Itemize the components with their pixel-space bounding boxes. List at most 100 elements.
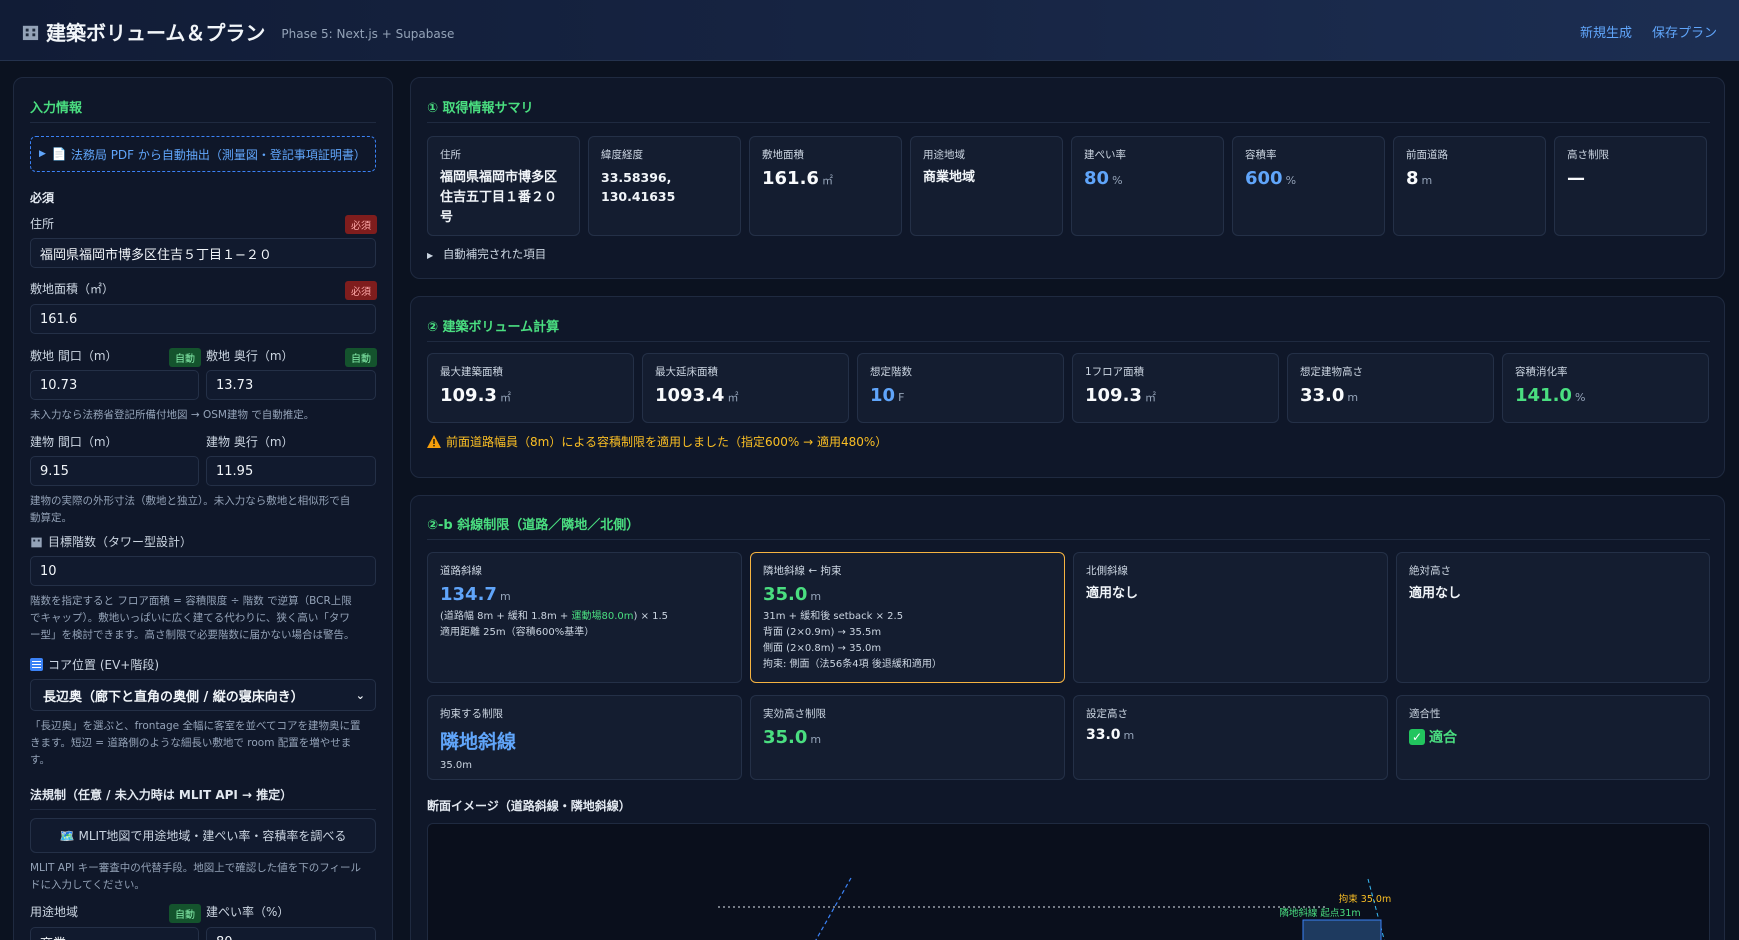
section-diagram-svg: 拘束 35.0m 隣地斜線 起点31m	[718, 877, 1391, 940]
card-label: 道路斜線	[440, 565, 482, 577]
value-unit: %	[1112, 174, 1123, 187]
summary-card-latlng: 緯度経度 33.58396, 130.41635	[588, 136, 741, 236]
zoning-input[interactable]: 商業	[30, 927, 199, 940]
value-number: 33.0	[1300, 385, 1345, 406]
volume-card-max-floor-area: 最大延床面積 1093.4 ㎡	[642, 353, 849, 423]
card-value: 33.58396, 130.41635	[601, 168, 728, 207]
volume-card-max-building-area: 最大建築面積 109.3 ㎡	[427, 353, 634, 423]
volume-card-floor-area: 1フロア面積 109.3 ㎡	[1072, 353, 1279, 423]
slant-card-effective: 実効高さ制限 35.0 m	[750, 695, 1065, 780]
core-position-select[interactable]: 長辺奥（廊下と直角の奥側 / 縦の寝床向き） ⌄	[30, 679, 376, 711]
card-value: 35.0 m	[763, 727, 1052, 748]
card-value: 10 F	[870, 385, 1051, 406]
value-unit: m	[499, 590, 511, 603]
divider	[427, 122, 1710, 123]
site-area-input[interactable]: 161.6	[30, 304, 376, 334]
address-label: 住所	[30, 217, 55, 231]
value-unit: ㎡	[499, 391, 511, 404]
card-value: 適用なし	[1409, 586, 1462, 601]
value-number: 1093.4	[655, 385, 725, 406]
card-value: 134.7 m	[440, 584, 729, 605]
card-label: 容積率	[1245, 149, 1277, 161]
volume-card-far-usage: 容積消化率 141.0%	[1502, 353, 1709, 423]
check-icon: ✓	[1409, 729, 1425, 745]
card-label: 設定高さ	[1086, 708, 1128, 720]
formula-part: ) × 1.5	[633, 611, 669, 622]
autofill-toggle-label: 自動補完された項目	[442, 247, 547, 261]
section-diagram: 拘束 35.0m 隣地斜線 起点31m	[427, 823, 1710, 940]
detail-line: 拘束: 側面（法56条4項 後退緩和適用）	[763, 659, 942, 670]
card-label: 隣地斜線 ← 拘束	[763, 565, 842, 577]
card-label: 敷地面積	[762, 149, 804, 161]
road-formula: (道路幅 8m + 緩和 1.8m + 運動場80.0m) × 1.5	[440, 609, 729, 625]
site-width-label: 敷地 間口（m）	[30, 349, 118, 363]
warning-text: 前面道路幅員（8m）による容積制限を適用しました（指定600% → 適用480%…	[446, 435, 888, 449]
site-width-input[interactable]: 10.73	[30, 370, 199, 400]
value-number: 134.7	[440, 584, 497, 605]
auto-badge: 自動	[169, 348, 201, 367]
autofill-toggle[interactable]: ▶ 自動補完された項目	[427, 246, 546, 262]
mlit-map-button[interactable]: 🗺️ MLIT地図で用途地域・建ぺい率・容積率を調べる	[30, 818, 376, 853]
value-unit: ㎡	[821, 174, 833, 187]
core-help-text: 「長辺奥」を選ぶと、frontage 全幅に客室を並べてコアを建物奥に置 きます…	[30, 718, 361, 768]
building-icon	[22, 25, 39, 41]
value-number: 10	[870, 385, 896, 406]
required-badge: 必須	[345, 215, 377, 234]
value-line: 33.58396,	[601, 170, 672, 185]
binding-label: 拘束 35.0m	[1339, 893, 1391, 905]
summary-card-site-area: 敷地面積 161.6 ㎡	[749, 136, 902, 236]
card-label: 想定建物高さ	[1300, 366, 1363, 378]
card-value: 35.0 m	[763, 584, 1052, 605]
bldg-depth-input[interactable]: 11.95	[206, 456, 376, 486]
road-slant-line	[815, 877, 852, 940]
card-value: 109.3 ㎡	[1085, 385, 1266, 406]
road-distance: 適用距離 25m（容積600%基準）	[440, 627, 595, 638]
required-badge: 必須	[345, 281, 377, 300]
target-floors-label-text: 目標階数（タワー型設計）	[48, 535, 193, 549]
divider	[30, 809, 376, 810]
core-position-label: コア位置 (EV+階段)	[30, 656, 159, 673]
card-label: 最大延床面積	[655, 366, 718, 378]
address-input[interactable]: 福岡県福岡市博多区住吉５丁目１−２０	[30, 238, 376, 268]
value-unit: %	[1574, 391, 1586, 404]
value-number: 8	[1406, 168, 1419, 189]
bldg-width-label: 建物 間口（m）	[30, 435, 118, 449]
slant-panel: ②-b 斜線制限（道路／隣地／北側） 道路斜線 134.7 m (道路幅 8m +…	[410, 495, 1725, 940]
input-panel: 入力情報 ▶ 📄 法務局 PDF から自動抽出（測量図・登記事項証明書） 必須 …	[13, 77, 393, 940]
top-bar: 建築ボリューム＆プラン Phase 5: Next.js + Supabase …	[0, 0, 1739, 61]
brand: 建築ボリューム＆プラン Phase 5: Next.js + Supabase	[21, 17, 454, 46]
triangle-right-icon: ▶	[427, 251, 434, 260]
pdf-extract-label: 法務局 PDF から自動抽出（測量図・登記事項証明書）	[70, 147, 366, 162]
new-generate-link[interactable]: 新規生成	[1580, 22, 1632, 41]
divider	[427, 539, 1710, 540]
bldg-width-input[interactable]: 9.15	[30, 456, 199, 486]
target-floors-input[interactable]: 10	[30, 556, 376, 586]
floors-help-text: 階数を指定すると フロア面積 = 容積限度 ÷ 階数 で逆算（BCR上限 でキャ…	[30, 593, 354, 643]
value-number: 109.3	[1085, 385, 1142, 406]
detail-line: 31m + 緩和後 setback × 2.5	[763, 611, 904, 622]
help-line: MLIT API キー審査中の代替手段。地図上で確認した値を下のフィール	[30, 862, 361, 874]
value-number: —	[1567, 168, 1585, 189]
elevator-icon	[30, 658, 43, 671]
card-value: ✓ 適合	[1409, 727, 1697, 747]
card-label: 高さ制限	[1567, 149, 1609, 161]
fit-status: 適合	[1429, 730, 1457, 746]
bcr-input[interactable]: 80	[206, 927, 376, 940]
card-label: 実効高さ制限	[763, 708, 826, 720]
value-number: 141.0	[1515, 385, 1572, 406]
pdf-extract-toggle[interactable]: ▶ 📄 法務局 PDF から自動抽出（測量図・登記事項証明書）	[30, 136, 376, 172]
slant-card-adjacent: 隣地斜線 ← 拘束 35.0 m 31m + 緩和後 setback × 2.5 …	[750, 552, 1065, 683]
saved-plans-link[interactable]: 保存プラン	[1652, 22, 1717, 41]
value-unit: m	[1123, 729, 1135, 742]
card-subvalue: 35.0m	[440, 760, 473, 771]
card-value: 109.3 ㎡	[440, 385, 621, 406]
card-value: —	[1567, 168, 1694, 189]
card-label: 絶対高さ	[1409, 565, 1451, 577]
site-depth-input[interactable]: 13.73	[206, 370, 376, 400]
card-value: 隣地斜線	[440, 731, 517, 753]
volume-title: ② 建築ボリューム計算	[427, 320, 560, 335]
card-value: 80%	[1084, 168, 1211, 189]
document-icon: 📄	[51, 147, 67, 161]
site-depth-label: 敷地 奥行（m）	[206, 349, 294, 363]
card-label: 北側斜線	[1086, 565, 1128, 577]
